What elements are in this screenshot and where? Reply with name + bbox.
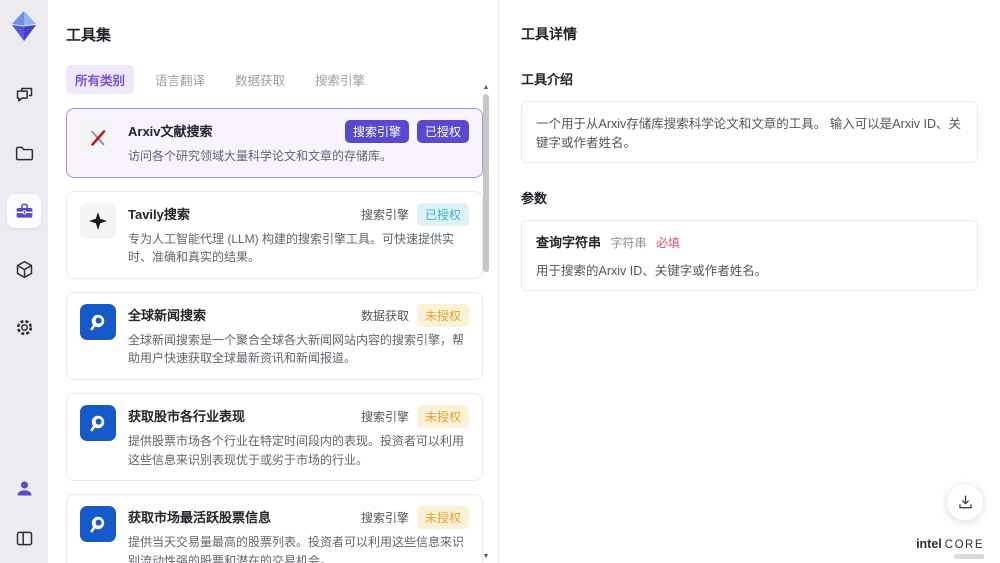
category-badge: 数据获取 (360, 308, 409, 323)
category-tab[interactable]: 语言翻译 (146, 65, 214, 94)
tools-list-pane: 工具集 所有类别 语言翻译 数据获取 搜索引擎 Arxiv文献搜索 搜索引擎 已授权 访… (48, 0, 498, 563)
tool-card-badges: 搜索引擎 已授权 (344, 120, 469, 143)
sidebar-nav (7, 78, 41, 344)
scrollbar-thumb[interactable] (483, 94, 489, 272)
sidebar-item-toolbox[interactable] (7, 194, 41, 228)
download-button[interactable] (946, 483, 984, 521)
category-tab[interactable]: 所有类别 (66, 65, 135, 94)
tool-card-badges: 搜索引擎 未授权 (360, 404, 469, 428)
active-stocks-logo-icon (80, 506, 116, 543)
tool-card-description: 专为人工智能代理 (LLM) 构建的搜索引擎工具。可快速提供实时、准确和真实的结… (128, 231, 455, 265)
sidebar-item-packages[interactable] (7, 252, 41, 286)
parameter-type: 字符串 (610, 236, 647, 250)
tool-card-title: 获取股市各行业表现 (128, 408, 246, 424)
user-icon (17, 481, 31, 495)
tool-card[interactable]: 获取股市各行业表现 搜索引擎 未授权 提供股票市场各个行业在特定时间段内的表现。投… (66, 392, 483, 482)
intel-core-logo: intel CORE (916, 537, 984, 551)
sidebar-item-chat[interactable] (7, 78, 41, 112)
tool-card[interactable]: Arxiv文献搜索 搜索引擎 已授权 访问各个研究领域大量科学论文和文章的存储库。 (66, 108, 483, 178)
category-badge: 搜索引擎 (360, 409, 409, 424)
folder-icon (15, 146, 33, 160)
tool-card-description: 全球新闻搜索是一个聚合全球各大新闻网站内容的搜索引擎，帮助用户快速获取全球最新资… (128, 332, 465, 366)
tool-card-title: 全球新闻搜索 (128, 307, 207, 323)
tool-card-description: 提供股票市场各个行业在特定时间段内的表现。投资者可以利用这些信息来识别表现优于或… (128, 433, 465, 467)
toolbox-icon (16, 203, 32, 218)
cube-icon (16, 260, 32, 278)
params-section-title: 参数 (521, 191, 548, 206)
tool-card-title: Tavily搜索 (128, 206, 190, 222)
tool-card-description: 访问各个研究领域大量科学论文和文章的存储库。 (128, 149, 393, 163)
status-badge: 未授权 (416, 506, 469, 530)
category-badge: 搜索引擎 (360, 207, 409, 222)
category-tab[interactable]: 数据获取 (226, 65, 294, 94)
tool-card-badges: 搜索引擎 已授权 (360, 202, 469, 226)
status-badge: 未授权 (416, 303, 469, 327)
app-root: 工具集 所有类别 语言翻译 数据获取 搜索引擎 Arxiv文献搜索 搜索引擎 已授权 访… (0, 0, 1000, 563)
stock-sector-logo-icon (80, 404, 116, 441)
category-badge: 搜索引擎 (344, 120, 409, 143)
tool-card-title: Arxiv文献搜索 (128, 124, 213, 139)
tool-card[interactable]: 全球新闻搜索 数据获取 未授权 全球新闻搜索是一个聚合全球各大新闻网站内容的搜索引… (66, 291, 483, 380)
news-search-logo-icon (80, 303, 116, 340)
intel-logo-text: intel (916, 537, 942, 551)
panel-icon (16, 531, 32, 545)
scroll-down-icon[interactable]: ▼ (480, 553, 492, 561)
app-logo-icon[interactable] (9, 10, 39, 42)
download-icon (958, 494, 972, 508)
tool-card-description: 提供当天交易量最高的股票列表。投资者可以利用这些信息来识别流动性强的股票和潜在的… (128, 535, 465, 563)
parameter-card: 查询字符串 字符串 必填 用于搜索的Arxiv ID、关键字或作者姓名。 (521, 220, 978, 291)
tool-intro-text: 一个用于从Arxiv存储库搜索科学论文和文章的工具。 输入可以是Arxiv ID… (521, 101, 978, 163)
sidebar-item-settings[interactable] (7, 310, 41, 344)
sidebar (0, 0, 48, 563)
tool-cards-list: Arxiv文献搜索 搜索引擎 已授权 访问各个研究领域大量科学论文和文章的存储库。… (66, 108, 483, 563)
scrollbar[interactable]: ▲ ▼ (480, 84, 492, 561)
status-badge: 已授权 (416, 120, 469, 143)
core-logo-text: CORE (944, 539, 984, 551)
intro-section-title: 工具介绍 (521, 72, 574, 87)
tool-card[interactable]: 获取市场最活跃股票信息 搜索引擎 未授权 提供当天交易量最高的股票列表。投资者可以… (66, 494, 483, 563)
tavily-logo-icon (80, 202, 116, 239)
status-badge: 已授权 (416, 202, 469, 226)
category-badge: 搜索引擎 (360, 511, 409, 526)
tool-card-title: 获取市场最活跃股票信息 (128, 510, 272, 526)
sidebar-item-files[interactable] (7, 136, 41, 170)
sidebar-item-user[interactable] (7, 471, 41, 505)
gear-icon (16, 319, 32, 335)
intel-sub-badge (954, 554, 984, 559)
tool-card[interactable]: Tavily搜索 搜索引擎 已授权 专为人工智能代理 (LLM) 构建的搜索引擎工… (66, 190, 483, 279)
arxiv-logo-icon (80, 120, 116, 156)
status-badge: 未授权 (416, 404, 469, 428)
parameter-header: 查询字符串 字符串 必填 (536, 232, 963, 251)
tool-card-badges: 搜索引擎 未授权 (360, 506, 469, 530)
parameter-description: 用于搜索的Arxiv ID、关键字或作者姓名。 (536, 264, 768, 278)
page-title: 工具集 (66, 27, 112, 44)
tool-card-badges: 数据获取 未授权 (360, 303, 469, 327)
main-content: 工具集 所有类别 语言翻译 数据获取 搜索引擎 Arxiv文献搜索 搜索引擎 已授权 访… (48, 0, 1000, 563)
sidebar-item-panel-toggle[interactable] (7, 521, 41, 555)
sidebar-bottom (7, 471, 41, 555)
details-title: 工具详情 (521, 26, 577, 42)
category-tab[interactable]: 搜索引擎 (306, 65, 374, 94)
parameter-name: 查询字符串 (536, 235, 602, 250)
scroll-up-icon[interactable]: ▲ (480, 84, 492, 92)
category-tabs: 所有类别 语言翻译 数据获取 搜索引擎 (66, 65, 498, 94)
chat-icon (16, 87, 32, 101)
parameter-required-badge: 必填 (656, 236, 681, 250)
tool-details-pane: 工具详情 工具介绍 一个用于从Arxiv存储库搜索科学论文和文章的工具。 输入可… (498, 0, 1000, 563)
